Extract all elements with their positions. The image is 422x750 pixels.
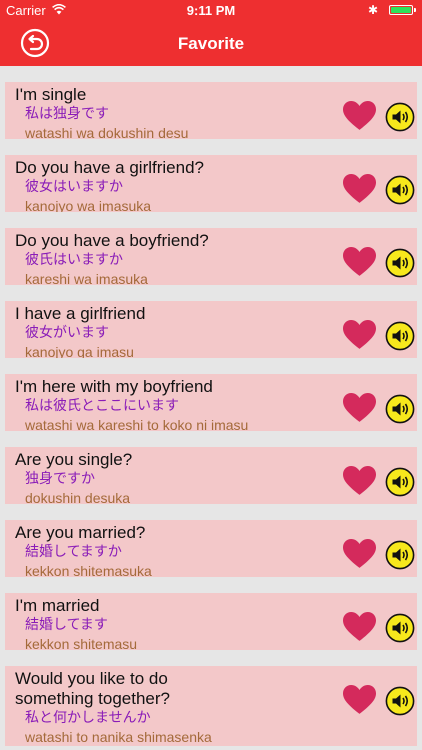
phrase-english-line2: something together?	[15, 689, 170, 708]
phrase-romaji: kekkon shitemasuka	[25, 563, 152, 577]
speaker-icon[interactable]	[385, 102, 415, 132]
heart-icon[interactable]	[343, 320, 376, 350]
phrase-row: Are you married? 結婚してますか kekkon shitemas…	[5, 520, 417, 577]
phrase-japanese: 私と何かしませんか	[25, 710, 151, 726]
heart-icon[interactable]	[343, 247, 376, 277]
phrase-romaji: kekkon shitemasu	[25, 636, 138, 650]
phrase-romaji: dokushin desuka	[25, 490, 131, 504]
phrase-japanese: 結婚してますか	[25, 544, 122, 560]
phrase-japanese: 独身ですか	[25, 471, 95, 487]
bluetooth-icon: ✱	[367, 3, 378, 17]
phrase-english: Are you married?	[15, 523, 146, 542]
speaker-icon[interactable]	[385, 175, 415, 205]
phrase-romaji: watashi to nanika shimasenka	[25, 729, 212, 745]
status-time: 9:11 PM	[186, 3, 236, 18]
phrase-english-line1: Would you like to do	[15, 669, 168, 688]
phrase-row: I'm here with my boyfriend 私は彼氏とここにいます w…	[5, 374, 417, 431]
speaker-icon[interactable]	[385, 613, 415, 643]
heart-icon[interactable]	[343, 174, 376, 204]
page-title: Favorite	[177, 34, 245, 53]
heart-icon[interactable]	[343, 393, 376, 423]
heart-icon[interactable]	[343, 612, 376, 642]
phrase-english: I'm married	[15, 596, 100, 615]
phrase-row: I have a girlfriend 彼女がいます kanojyo ga im…	[5, 301, 417, 358]
status-bar: Carrier 9:11 PM ✱	[0, 0, 422, 20]
phrase-row: I'm single 私は独身です watashi wa dokushin de…	[5, 82, 417, 139]
speaker-icon[interactable]	[385, 248, 415, 278]
phrase-english: I have a girlfriend	[15, 304, 146, 323]
phrase-romaji: kanojyo wa imasuka	[25, 198, 152, 212]
phrase-japanese: 私は彼氏とここにいます	[25, 398, 179, 414]
battery-icon	[389, 5, 416, 15]
phrase-japanese: 彼女がいます	[25, 325, 109, 341]
speaker-icon[interactable]	[385, 321, 415, 351]
heart-icon[interactable]	[343, 466, 376, 496]
heart-icon[interactable]	[343, 685, 376, 715]
phrase-romaji: watashi wa kareshi to koko ni imasu	[25, 417, 249, 431]
phrase-row: Would you like to do something together?…	[5, 666, 417, 746]
speaker-icon[interactable]	[385, 686, 415, 716]
heart-icon[interactable]	[343, 539, 376, 569]
phrase-japanese: 私は独身です	[25, 106, 109, 122]
phrase-row: Do you have a boyfriend? 彼氏はいますか kareshi…	[5, 228, 417, 285]
phrase-romaji: kanojyo ga imasu	[25, 344, 134, 358]
phrase-english: Do you have a boyfriend?	[15, 231, 209, 250]
phrase-japanese: 彼女はいますか	[25, 179, 123, 195]
heart-icon[interactable]	[343, 101, 376, 131]
phrase-romaji: kareshi wa imasuka	[25, 271, 148, 285]
phrase-japanese: 彼氏はいますか	[25, 252, 123, 268]
phrase-english: I'm single	[15, 85, 87, 104]
phrase-row: I'm married 結婚してます kekkon shitemasu	[5, 593, 417, 650]
phrase-english: I'm here with my boyfriend	[15, 377, 213, 396]
phrase-romaji: watashi wa dokushin desu	[25, 125, 189, 139]
phrase-list: I'm single 私は独身です watashi wa dokushin de…	[5, 66, 417, 746]
phrase-english: Do you have a girlfriend?	[15, 158, 205, 177]
speaker-icon[interactable]	[385, 467, 415, 497]
phrase-japanese: 結婚してます	[25, 617, 108, 633]
nav-bar: Favorite	[0, 20, 422, 66]
phrase-row: Are you single? 独身ですか dokushin desuka	[5, 447, 417, 504]
speaker-icon[interactable]	[385, 540, 415, 570]
phrase-row: Do you have a girlfriend? 彼女はいますか kanojy…	[5, 155, 417, 212]
phrase-english: Are you single?	[15, 450, 133, 469]
speaker-icon[interactable]	[385, 394, 415, 424]
